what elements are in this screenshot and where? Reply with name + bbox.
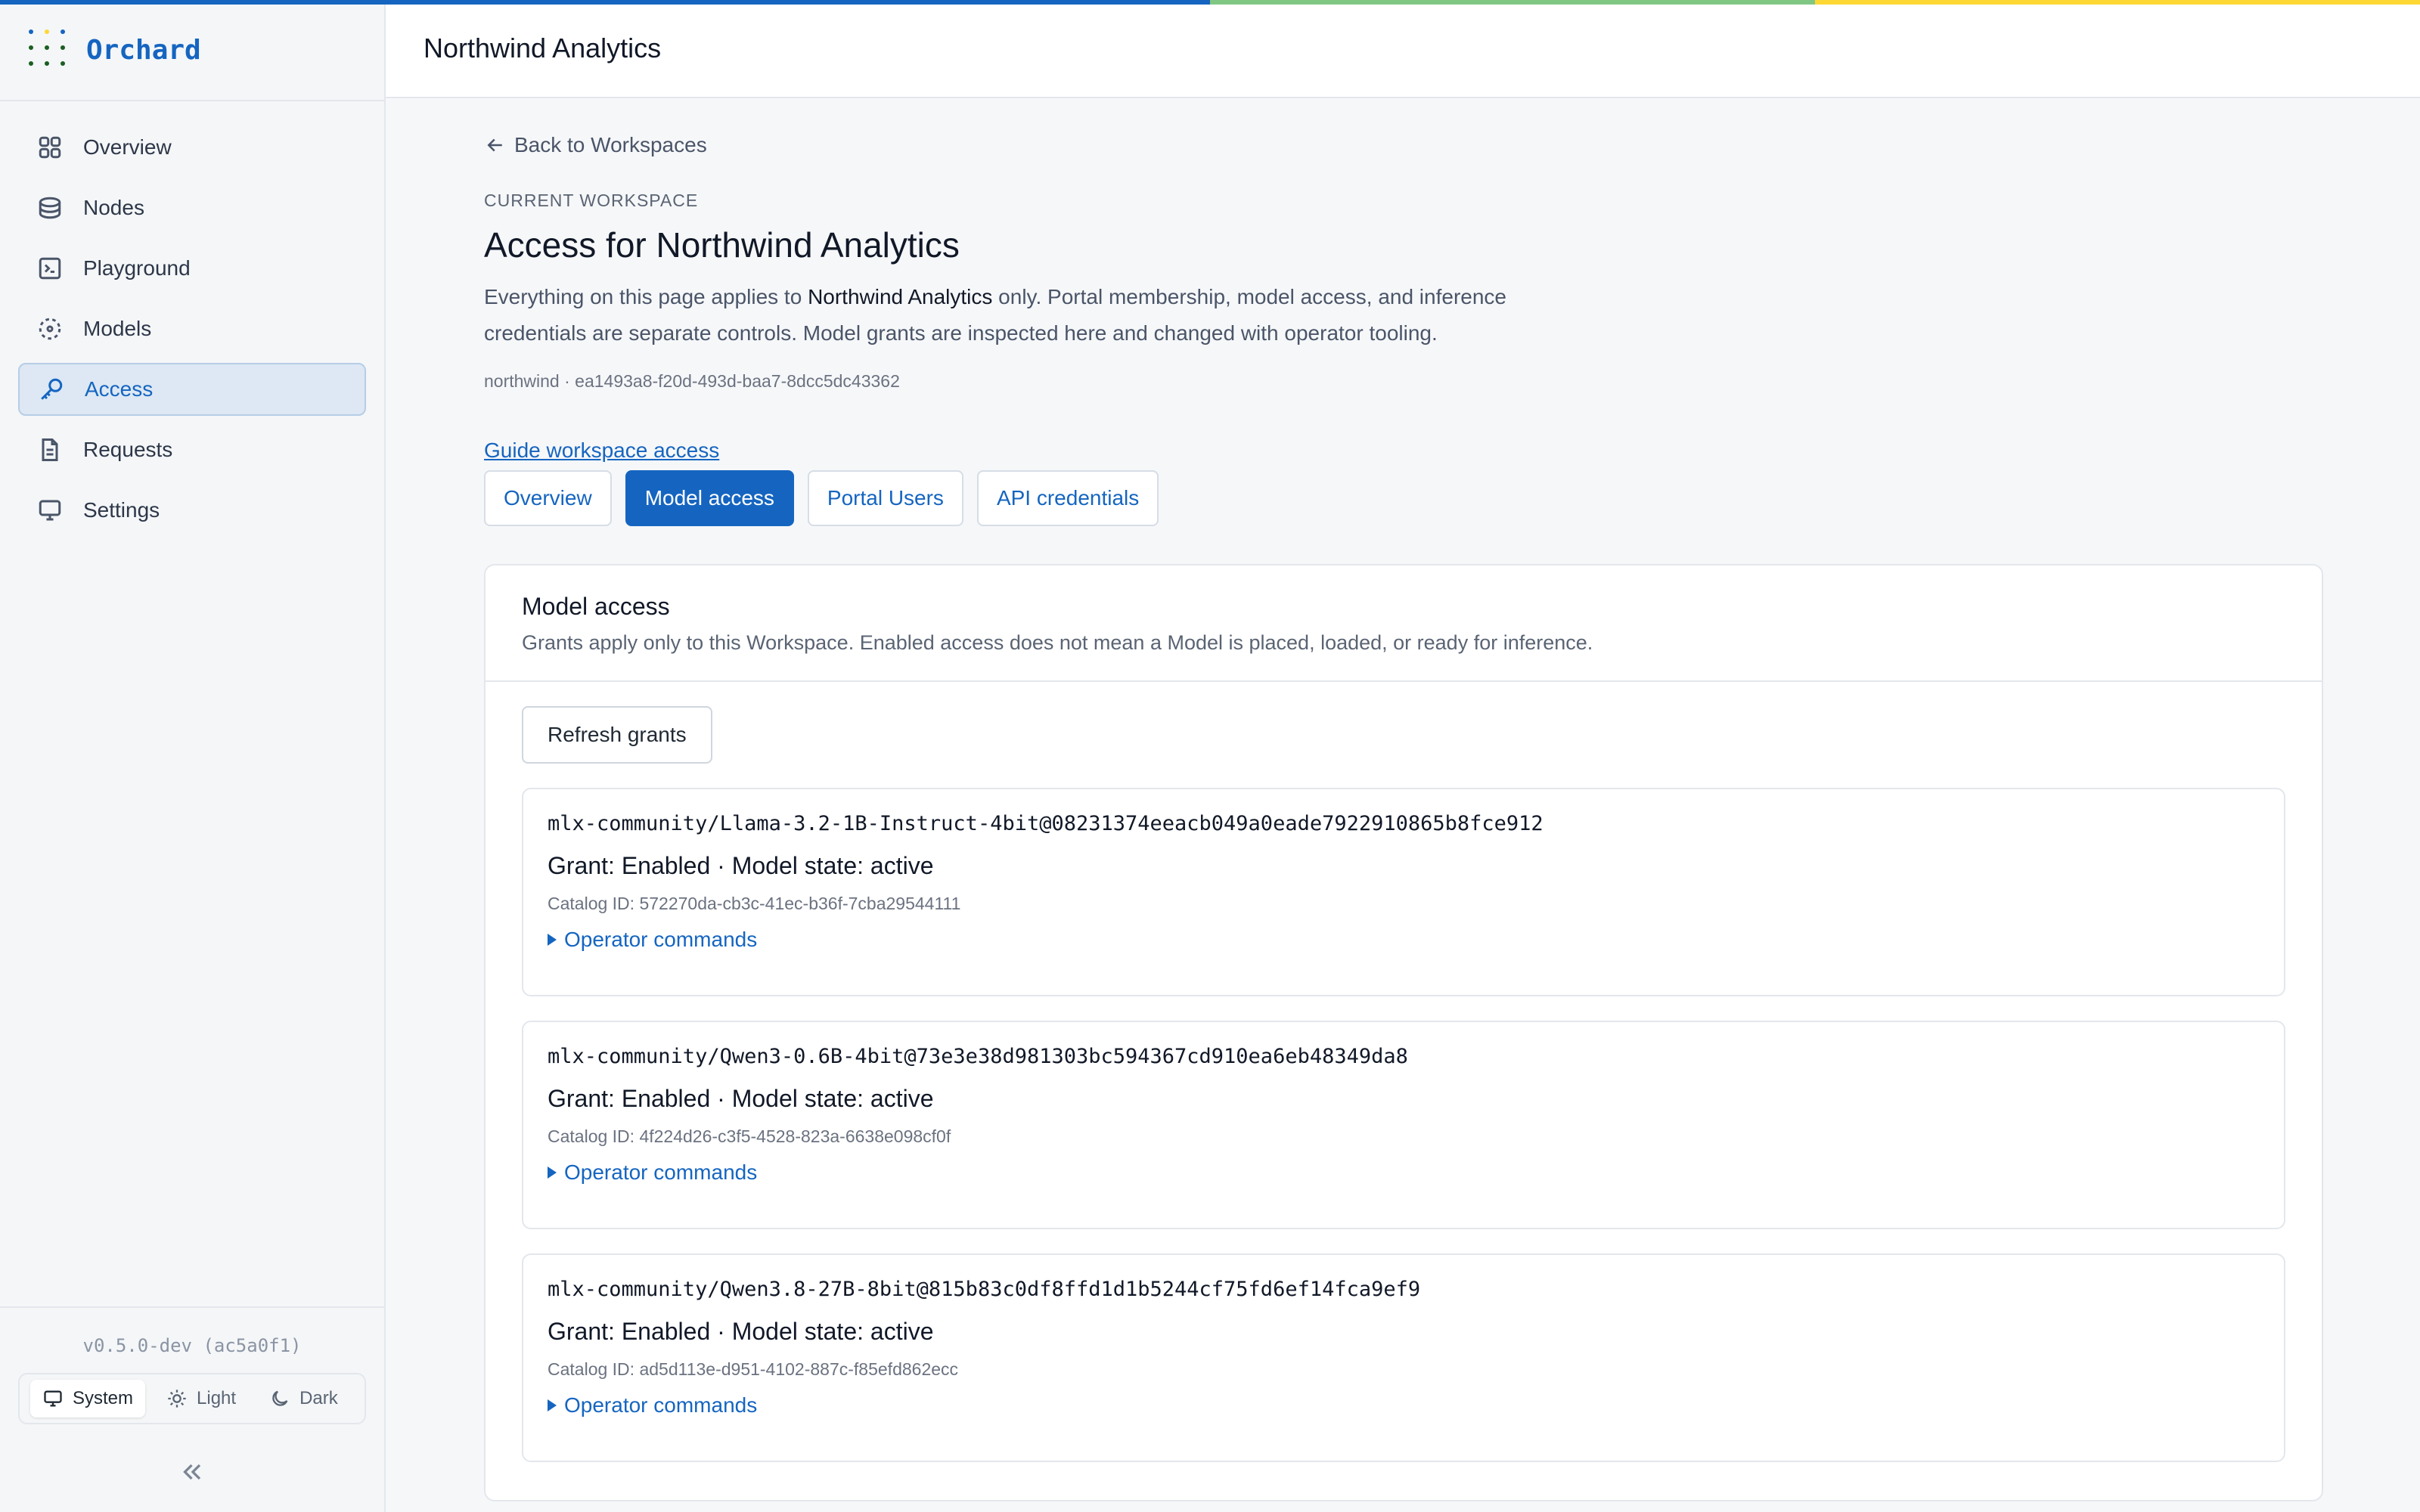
back-to-workspaces-link[interactable]: Back to Workspaces <box>484 133 2322 157</box>
back-link-label: Back to Workspaces <box>514 133 707 156</box>
sidebar-item-nodes[interactable]: Nodes <box>18 181 366 234</box>
accent-segment-yellow <box>1815 0 2420 5</box>
grant-catalog-id: Catalog ID: ad5d113e-d951-4102-887c-f85e… <box>548 1359 959 1379</box>
sidebar-item-label: Access <box>85 377 154 401</box>
grant-catalog-id: Catalog ID: 4f224d26-c3f5-4528-823a-6638… <box>548 1126 951 1146</box>
sidebar-item-label: Playground <box>83 256 191 280</box>
panel-body: Refresh grants mlx-community/Llama-3.2-1… <box>486 682 2322 1486</box>
grant-model-id: mlx-community/Qwen3-0.6B-4bit@73e3e38d98… <box>548 1045 1408 1068</box>
grant-state: Grant: Enabled · Model state: active <box>548 1085 934 1112</box>
sidebar-item-label: Models <box>83 317 152 340</box>
orchard-logo-icon <box>29 29 70 70</box>
tab-api-credentials[interactable]: API credentials <box>976 470 1159 526</box>
grant-card: mlx-community/Qwen3-0.6B-4bit@73e3e38d98… <box>522 1021 2285 1229</box>
theme-switcher: System Light Dark <box>18 1373 366 1424</box>
chevrons-left-icon <box>183 1464 201 1480</box>
main-content: Back to Workspaces CURRENT WORKSPACE Acc… <box>484 98 2323 1501</box>
operator-commands-toggle[interactable]: Operator commands <box>548 1160 2260 1185</box>
grant-card: mlx-community/Llama-3.2-1B-Instruct-4bit… <box>522 788 2285 996</box>
model-access-panel: Model access Grants apply only to this W… <box>484 564 2323 1501</box>
monitor-icon <box>44 1390 62 1407</box>
theme-option-label: Dark <box>299 1388 338 1408</box>
sun-icon <box>168 1390 186 1408</box>
guide-workspace-access-link[interactable]: Guide workspace access <box>484 438 719 463</box>
disclosure-triangle-icon <box>548 1167 557 1179</box>
arrow-left-icon <box>487 138 502 152</box>
sidebar-item-settings[interactable]: Settings <box>18 484 366 537</box>
theme-option-label: System <box>73 1388 134 1408</box>
grant-state: Grant: Enabled · Model state: active <box>548 1318 934 1345</box>
theme-option-light[interactable]: Light <box>154 1380 248 1418</box>
operator-commands-toggle[interactable]: Operator commands <box>548 928 2260 952</box>
access-tabs: Overview Model access Portal Users API c… <box>484 470 2322 526</box>
models-icon <box>36 315 64 342</box>
page-description: Everything on this page applies to North… <box>484 279 1581 352</box>
sidebar-item-label: Requests <box>83 438 173 461</box>
desc-prefix: Everything on this page applies to <box>484 285 808 308</box>
sidebar-item-access[interactable]: Access <box>18 363 366 416</box>
desc-workspace-name: Northwind Analytics <box>808 285 993 308</box>
page-title: Access for Northwind Analytics <box>484 225 960 265</box>
sidebar-item-label: Overview <box>83 135 172 159</box>
grant-card: mlx-community/Qwen3.8-27B-8bit@815b83c0d… <box>522 1253 2285 1462</box>
sidebar-nav: Overview Nodes Playground Models Access <box>0 101 384 564</box>
moon-icon <box>272 1390 288 1406</box>
theme-option-system[interactable]: System <box>30 1380 146 1418</box>
sidebar-item-models[interactable]: Models <box>18 302 366 355</box>
monitor-icon <box>36 497 64 524</box>
tab-overview[interactable]: Overview <box>484 470 612 526</box>
collapse-sidebar-button[interactable] <box>175 1455 210 1489</box>
panel-subtitle: Grants apply only to this Workspace. Ena… <box>522 631 1593 654</box>
workspace-ids: northwind · ea1493a8-f20d-493d-baa7-8dcc… <box>484 371 900 391</box>
sidebar-item-playground[interactable]: Playground <box>18 242 366 295</box>
operator-commands-label: Operator commands <box>564 928 758 951</box>
grant-state: Grant: Enabled · Model state: active <box>548 852 934 879</box>
document-icon <box>36 436 64 463</box>
refresh-grants-button[interactable]: Refresh grants <box>522 706 712 764</box>
sidebar-item-overview[interactable]: Overview <box>18 121 366 174</box>
tab-model-access[interactable]: Model access <box>625 470 794 526</box>
operator-commands-label: Operator commands <box>564 1393 758 1417</box>
grant-model-id: mlx-community/Llama-3.2-1B-Instruct-4bit… <box>548 812 1544 835</box>
header: Northwind Analytics <box>386 0 2420 98</box>
app-name: Orchard <box>86 34 201 66</box>
key-icon <box>38 376 65 403</box>
grant-model-id: mlx-community/Qwen3.8-27B-8bit@815b83c0d… <box>548 1278 1421 1301</box>
grant-catalog-id: Catalog ID: 572270da-cb3c-41ec-b36f-7cba… <box>548 894 961 913</box>
workspace-title: Northwind Analytics <box>424 33 662 64</box>
server-icon <box>36 194 64 222</box>
operator-commands-label: Operator commands <box>564 1160 758 1184</box>
panel-header: Model access Grants apply only to this W… <box>486 565 2322 682</box>
brand[interactable]: Orchard <box>0 0 384 101</box>
sidebar-item-label: Nodes <box>83 196 144 219</box>
accent-segment-green <box>1210 0 1815 5</box>
terminal-icon <box>36 255 64 282</box>
tab-portal-users[interactable]: Portal Users <box>807 470 963 526</box>
top-accent-strip <box>0 0 2420 5</box>
version-label: v0.5.0-dev (ac5a0f1) <box>82 1335 302 1356</box>
grid-icon <box>36 134 64 161</box>
accent-segment-blue <box>0 0 1210 5</box>
operator-commands-toggle[interactable]: Operator commands <box>548 1393 2260 1418</box>
sidebar-item-requests[interactable]: Requests <box>18 423 366 476</box>
panel-title: Model access <box>522 593 670 620</box>
sidebar-footer: v0.5.0-dev (ac5a0f1) System Light Dark <box>0 1306 384 1512</box>
sidebar-item-label: Settings <box>83 498 160 522</box>
section-eyebrow: CURRENT WORKSPACE <box>484 191 699 210</box>
sidebar: Orchard Overview Nodes Playground Models <box>0 0 386 1512</box>
disclosure-triangle-icon <box>548 1399 557 1411</box>
disclosure-triangle-icon <box>548 934 557 946</box>
theme-option-label: Light <box>197 1388 237 1408</box>
theme-option-dark[interactable]: Dark <box>257 1380 350 1418</box>
